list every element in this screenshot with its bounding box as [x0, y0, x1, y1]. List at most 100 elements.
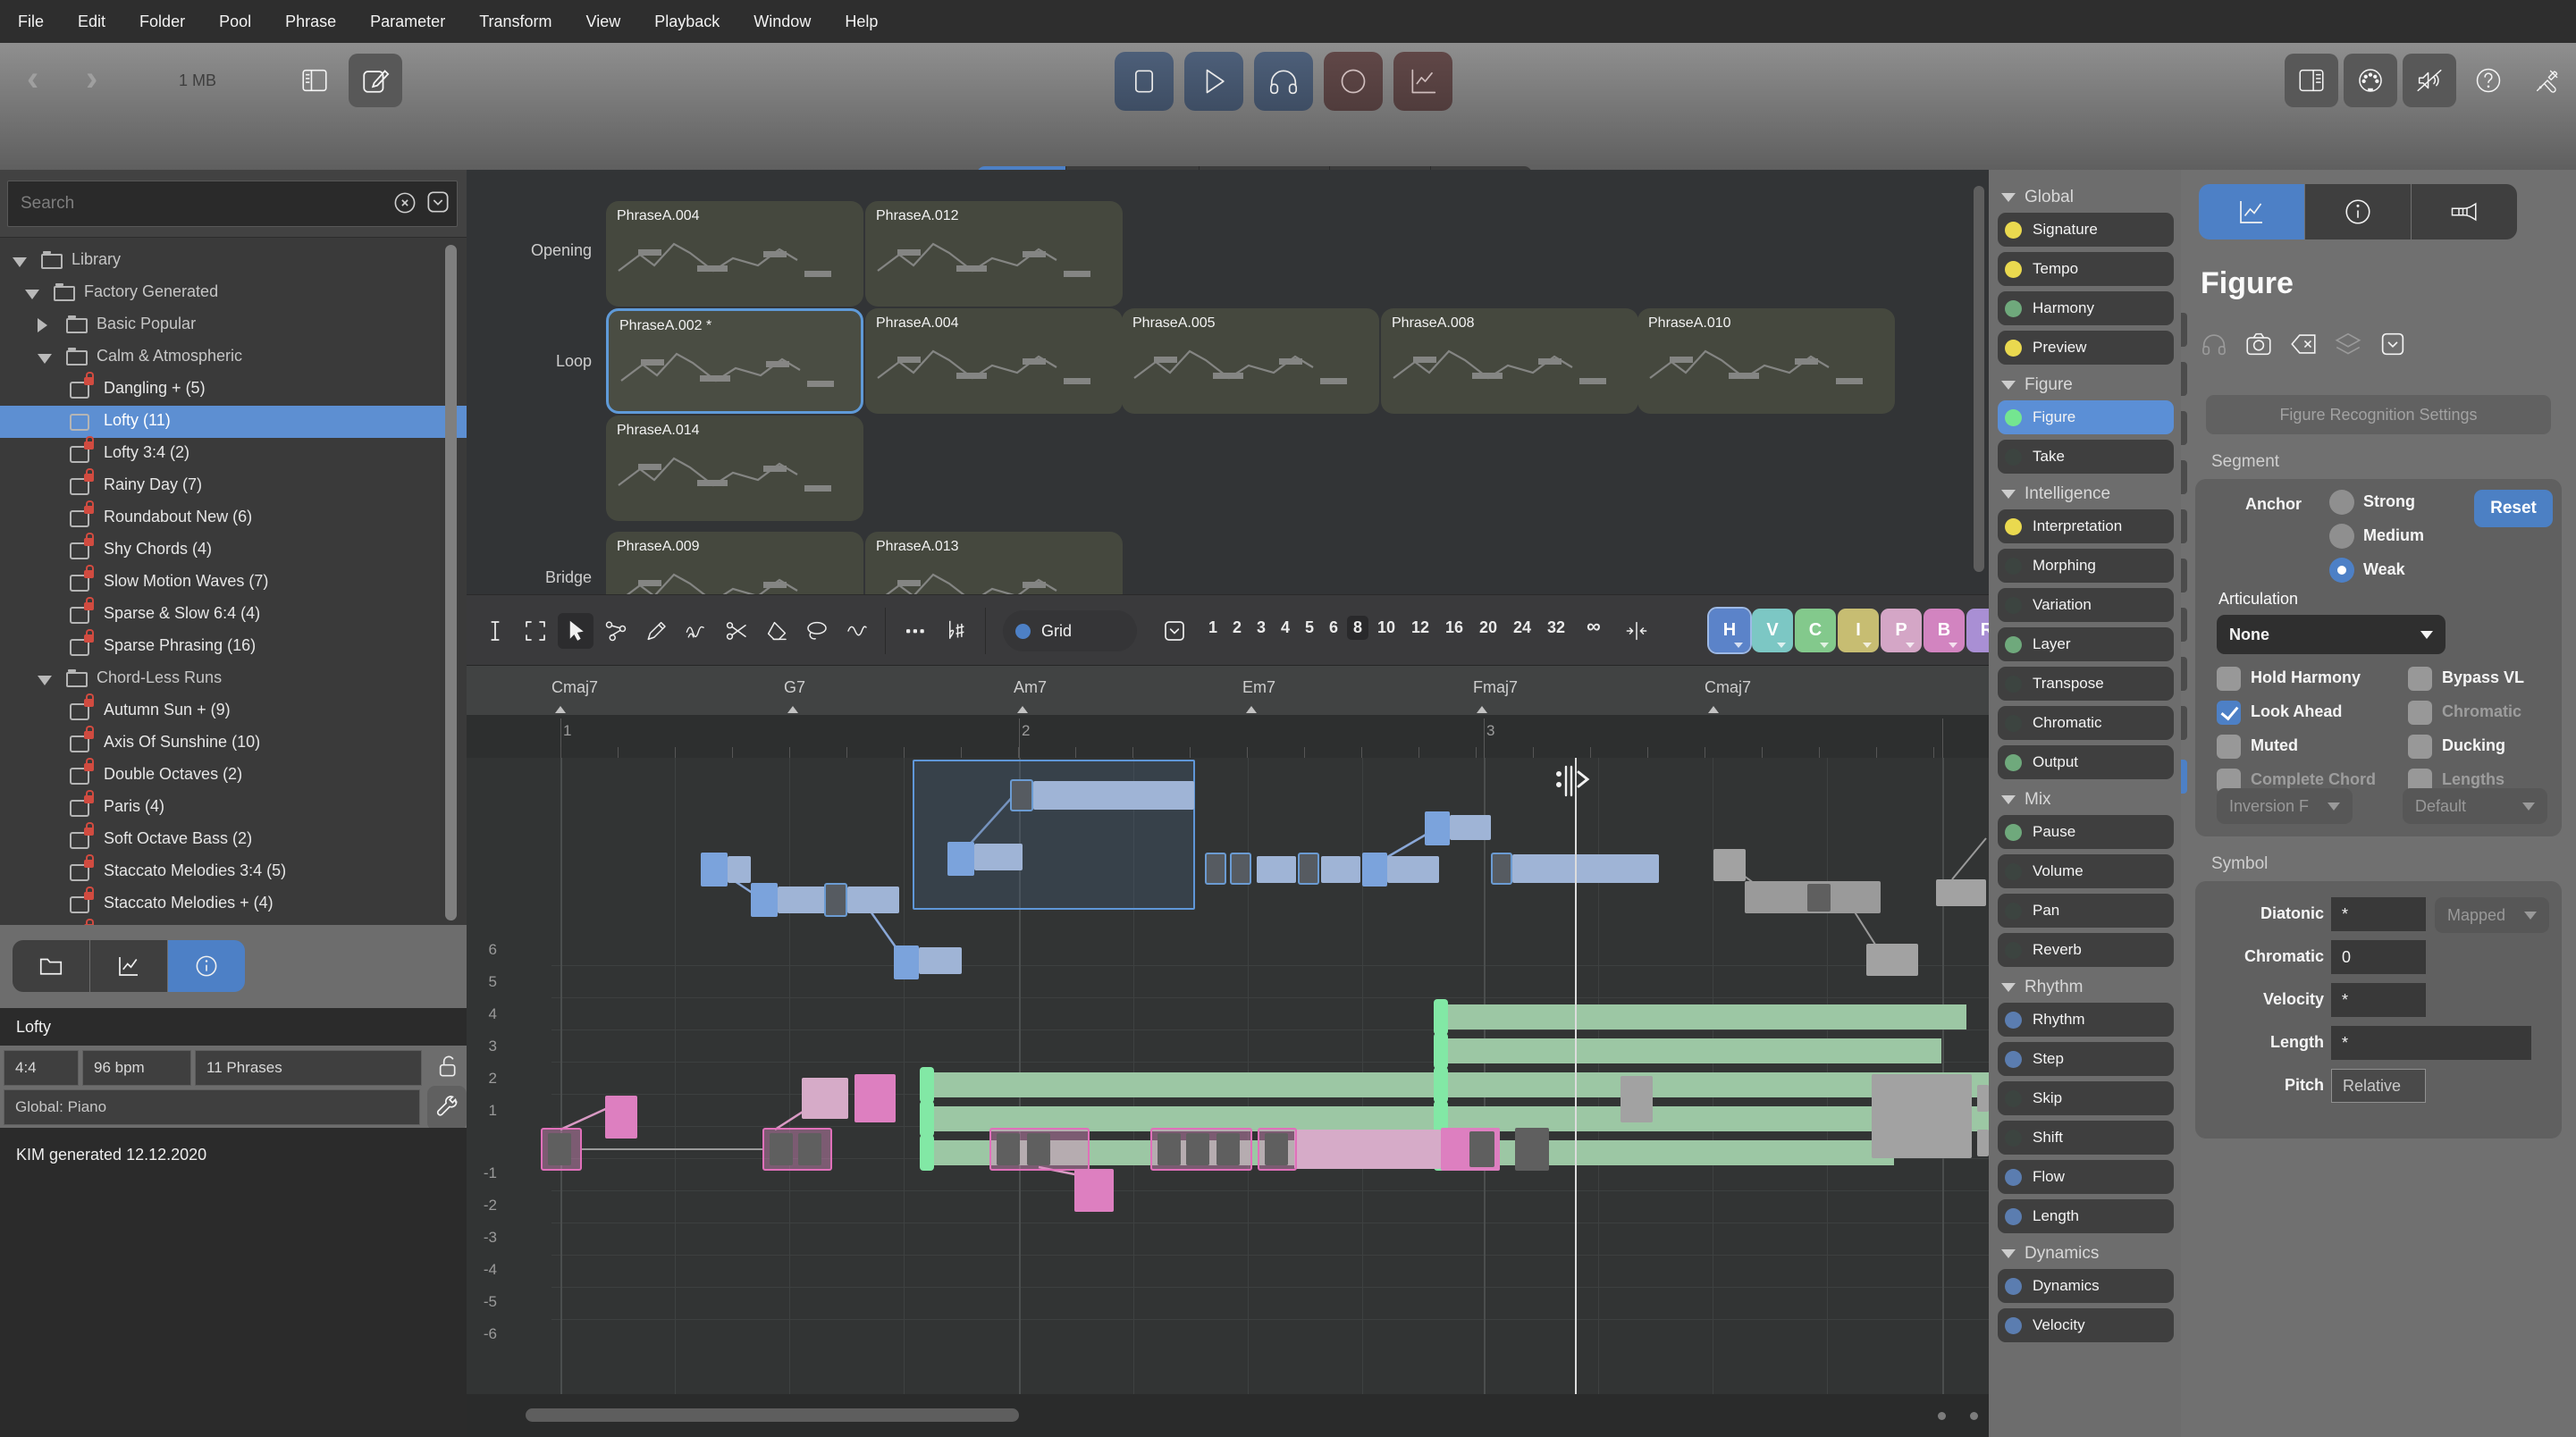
setup-button[interactable]	[427, 1086, 467, 1130]
note-dark-anchor[interactable]	[548, 1133, 571, 1165]
container-name-bar[interactable]: Lofty	[0, 1008, 467, 1046]
tree-item[interactable]: Paris (4)	[0, 792, 467, 824]
tool-scissors[interactable]	[719, 613, 754, 649]
note-bass[interactable]	[1074, 1169, 1114, 1212]
clear-backspace-icon[interactable]	[2288, 329, 2319, 359]
toggle-right-panel-button[interactable]	[2285, 54, 2338, 107]
note-melody[interactable]	[947, 842, 974, 876]
note-melody[interactable]	[894, 945, 919, 979]
parameter-row-variation[interactable]: Variation	[1998, 588, 2174, 622]
grid-value-20[interactable]: 20	[1479, 618, 1497, 637]
tab-preview[interactable]	[90, 940, 167, 992]
help-button[interactable]	[2462, 54, 2515, 107]
grid-dropdown[interactable]: Grid	[1003, 610, 1137, 651]
divider-tab[interactable]	[2181, 608, 2187, 642]
note-muted[interactable]	[1866, 944, 1918, 976]
phrase-count-field[interactable]: 11 Phrases	[195, 1050, 422, 1086]
tree-item[interactable]: Staccato Melodies + (4)	[0, 888, 467, 920]
tree-folder[interactable]: Factory Generated	[0, 277, 467, 309]
divider-tab[interactable]	[2181, 460, 2187, 494]
note-dark-anchor[interactable]	[1027, 1133, 1050, 1165]
horizontal-scrollbar[interactable]	[526, 1408, 1019, 1422]
divider-tab[interactable]	[2181, 313, 2187, 347]
tool-squiggle[interactable]	[678, 613, 714, 649]
signature-field[interactable]: 4:4	[4, 1050, 79, 1086]
menu-item-view[interactable]: View	[586, 13, 621, 31]
parameter-row-morphing[interactable]: Morphing	[1998, 549, 2174, 583]
collapse-arrow-icon[interactable]	[13, 257, 27, 267]
tree-item[interactable]: Slow Motion Waves (7)	[0, 567, 467, 599]
menu-item-transform[interactable]: Transform	[479, 13, 551, 31]
playhead[interactable]	[1575, 758, 1577, 1394]
note-bass-tail[interactable]	[1294, 1130, 1441, 1169]
grid-value-3[interactable]: 3	[1257, 618, 1266, 637]
menu-item-folder[interactable]: Folder	[139, 13, 185, 31]
symbol-pitch-field[interactable]: Relative	[2331, 1069, 2426, 1103]
note-harmony-anchor[interactable]	[920, 1067, 934, 1103]
note-melody-tail[interactable]	[919, 947, 962, 974]
parameter-row-length[interactable]: Length	[1998, 1199, 2174, 1233]
tools-button[interactable]	[2521, 54, 2574, 107]
note-dark-anchor[interactable]	[1807, 884, 1831, 912]
tool-lasso[interactable]	[799, 613, 835, 649]
tree-item[interactable]: Rainy Day (7)	[0, 470, 467, 502]
anchor-radio-strong[interactable]	[2329, 490, 2354, 515]
note-melody-anchor[interactable]	[1010, 779, 1033, 811]
note-melody-anchor[interactable]	[1298, 853, 1319, 885]
note-dark-anchor[interactable]	[1515, 1128, 1549, 1171]
chord-symbol[interactable]: G7	[784, 678, 805, 697]
monitor-headphones-button[interactable]	[1254, 52, 1313, 111]
parameter-chip-I[interactable]: I	[1838, 609, 1879, 652]
note-melody-tail[interactable]	[728, 856, 751, 883]
note-melody-anchor[interactable]	[1205, 853, 1226, 885]
anchor-radio-weak[interactable]	[2329, 558, 2354, 583]
grid-value-4[interactable]: 4	[1281, 618, 1290, 637]
menu-item-edit[interactable]: Edit	[78, 13, 105, 31]
section-header-intelligence[interactable]: Intelligence	[1996, 479, 2176, 509]
parameter-row-take[interactable]: Take	[1998, 440, 2174, 474]
section-header-global[interactable]: Global	[1996, 182, 2176, 213]
note-dark-anchor[interactable]	[997, 1133, 1020, 1165]
default-dropdown[interactable]: Default	[2403, 788, 2547, 824]
tool-marquee[interactable]	[518, 613, 553, 649]
note-melody[interactable]	[1362, 853, 1387, 887]
tree-item[interactable]: Soft Octave Bass (2)	[0, 824, 467, 856]
parameter-chip-P[interactable]: P	[1881, 609, 1922, 652]
note-dark-anchor[interactable]	[1265, 1133, 1288, 1165]
divider-tab[interactable]	[2181, 509, 2187, 543]
time-ruler[interactable]: 123	[467, 715, 1989, 758]
tree-item[interactable]: Axis Of Sunshine (10)	[0, 727, 467, 760]
note-melody-anchor[interactable]	[1491, 853, 1512, 885]
phrase-card[interactable]: PhraseA.008	[1381, 308, 1638, 414]
grid-value-10[interactable]: 10	[1377, 618, 1395, 637]
chord-symbol[interactable]: Cmaj7	[1705, 678, 1751, 697]
parameter-row-chromatic[interactable]: Chromatic	[1998, 706, 2174, 740]
menu-item-help[interactable]: Help	[845, 13, 878, 31]
section-header-figure[interactable]: Figure	[1996, 370, 2176, 400]
grid-value-5[interactable]: 5	[1305, 618, 1314, 637]
tool-pencil[interactable]	[638, 613, 674, 649]
layers-icon[interactable]	[2333, 329, 2363, 359]
parameter-row-tempo[interactable]: Tempo	[1998, 252, 2174, 286]
note-harmony-anchor[interactable]	[1434, 1033, 1448, 1069]
phrase-card[interactable]: PhraseA.005	[1122, 308, 1379, 414]
note-melody-tail[interactable]	[1321, 856, 1360, 883]
tree-folder[interactable]: Library	[0, 245, 467, 277]
collapse-box-icon[interactable]	[2378, 329, 2408, 359]
section-header-dynamics[interactable]: Dynamics	[1996, 1239, 2176, 1269]
note-dark-anchor[interactable]	[1469, 1131, 1494, 1167]
note-muted[interactable]	[1936, 879, 1986, 906]
note-melody-anchor[interactable]	[824, 883, 847, 917]
grid-value-32[interactable]: 32	[1547, 618, 1565, 637]
forward-button[interactable]: ›	[86, 59, 97, 99]
parameter-chip-H[interactable]: H	[1709, 609, 1750, 652]
tool-wave[interactable]	[839, 613, 875, 649]
note-melody-tail[interactable]	[778, 887, 826, 913]
instrument-field[interactable]: Global: Piano	[4, 1089, 420, 1125]
expand-arrow-icon[interactable]	[38, 318, 47, 332]
note-melody[interactable]	[701, 853, 728, 887]
tab-info[interactable]	[168, 940, 245, 992]
note-dark-anchor[interactable]	[770, 1133, 793, 1165]
checkbox-hold-harmony[interactable]	[2217, 667, 2241, 691]
tool-dots[interactable]	[897, 613, 933, 649]
